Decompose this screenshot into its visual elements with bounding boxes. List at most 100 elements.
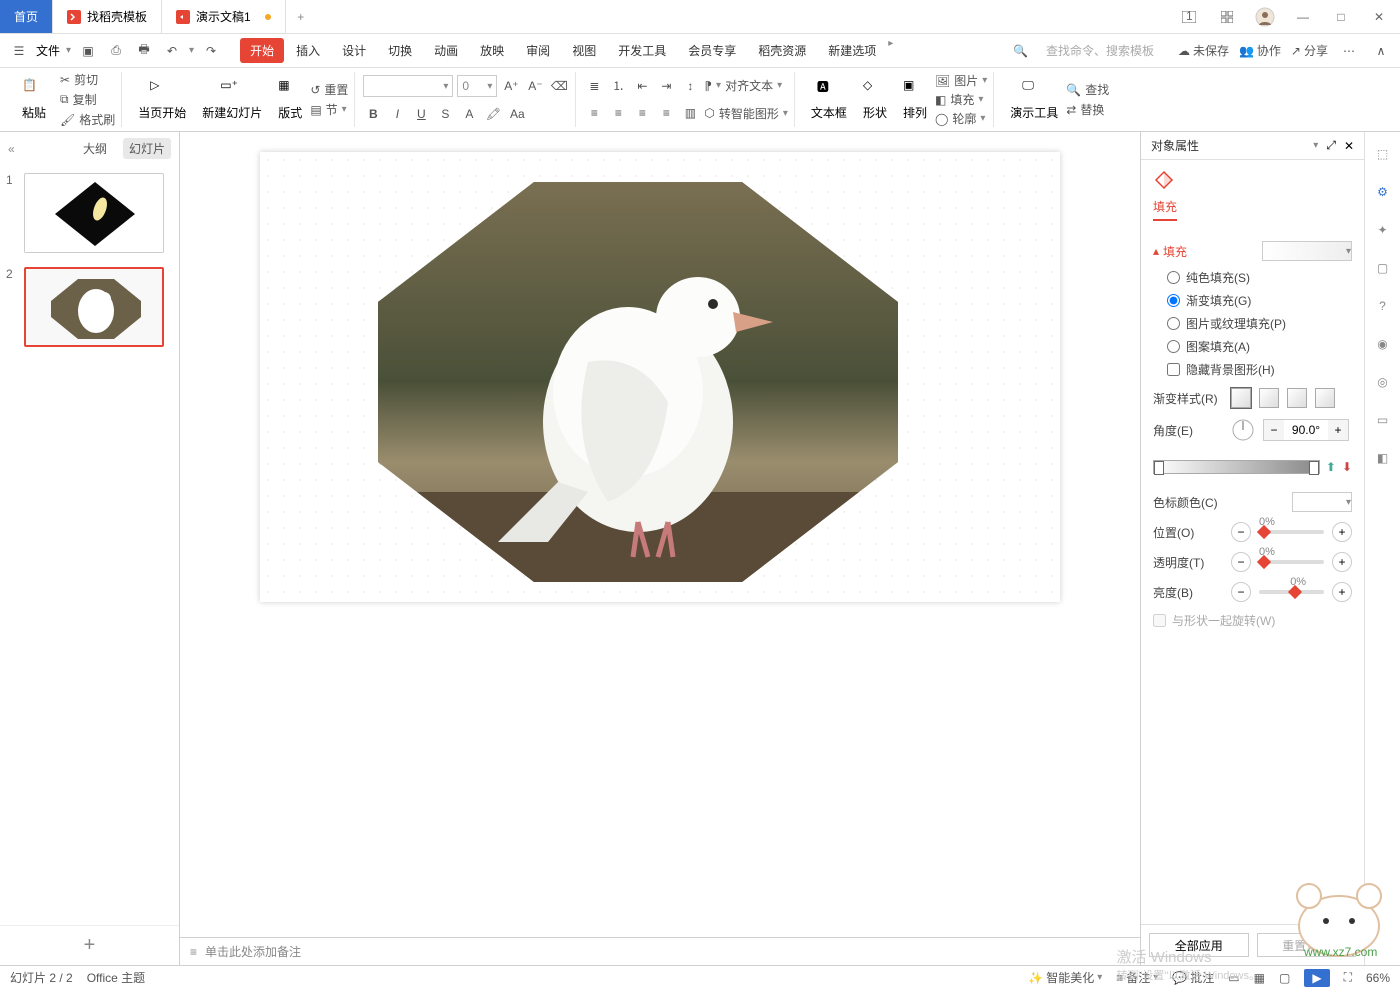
minimize-button[interactable]: — [1290, 4, 1316, 30]
italic-icon[interactable]: I [387, 104, 407, 124]
canvas-scroll[interactable] [180, 132, 1140, 937]
radio-gradient-fill[interactable]: 渐变填充(G) [1167, 292, 1352, 309]
slideshow-button[interactable]: ▶ [1304, 969, 1329, 987]
apply-all-button[interactable]: 全部应用 [1149, 933, 1249, 957]
reset-button[interactable]: ↺重置 [310, 81, 348, 99]
layout-button[interactable]: ▦版式 [270, 72, 310, 127]
bright-decr[interactable]: − [1231, 582, 1251, 602]
collapse-ribbon-icon[interactable]: ∧ [1370, 40, 1392, 62]
bright-incr[interactable]: + [1332, 582, 1352, 602]
columns-icon[interactable]: ▥ [680, 103, 700, 123]
reset-bg-button[interactable]: 重置背景 [1257, 933, 1357, 957]
octagon-shape[interactable] [378, 182, 898, 582]
arrange-button[interactable]: ▣排列 [895, 72, 935, 127]
ribbon-tab-design[interactable]: 设计 [332, 38, 376, 63]
present-tool-button[interactable]: 🖵演示工具 [1002, 72, 1066, 127]
section-fill[interactable]: ▴填充 ▾ [1153, 241, 1352, 261]
align-text-button[interactable]: 对齐文本▾ [725, 77, 782, 95]
section-button[interactable]: ▤节▾ [310, 101, 348, 119]
fill-preview-combo[interactable]: ▾ [1262, 241, 1352, 261]
save-icon[interactable]: ▣ [77, 40, 99, 62]
close-panel-icon[interactable]: ✕ [1344, 139, 1354, 153]
ribbon-tab-docer[interactable]: 稻壳资源 [748, 38, 816, 63]
ribbon-tab-insert[interactable]: 插入 [286, 38, 330, 63]
ribbon-tab-start[interactable]: 开始 [240, 38, 284, 63]
view-sorter-icon[interactable]: ▦ [1254, 971, 1265, 985]
menu-icon[interactable]: ☰ [8, 40, 30, 62]
tab-templates[interactable]: 找稻壳模板 [53, 0, 162, 33]
grad-style-3[interactable] [1287, 388, 1307, 408]
grad-stop-left[interactable] [1154, 461, 1164, 475]
angle-spinner[interactable]: − 90.0° + [1263, 419, 1349, 441]
collapse-panel-icon[interactable]: « [8, 142, 15, 156]
clear-format-icon[interactable]: ⌫ [549, 76, 569, 96]
avatar[interactable] [1252, 4, 1278, 30]
ts-screen-icon[interactable]: ▭ [1373, 410, 1393, 430]
file-menu[interactable]: 文件 [36, 42, 60, 59]
fill-tab-label[interactable]: 填充 [1153, 198, 1177, 221]
align-left-icon[interactable]: ≡ [584, 103, 604, 123]
ts-template-icon[interactable]: ▢ [1373, 258, 1393, 278]
add-slide-button[interactable]: + [0, 925, 179, 965]
add-stop-icon[interactable]: ⬆ [1326, 460, 1336, 474]
from-current-button[interactable]: ▷当页开始 [130, 72, 194, 127]
transparency-slider[interactable]: 0% [1259, 560, 1324, 564]
print-icon[interactable]: ⎙ [105, 40, 127, 62]
close-button[interactable]: ✕ [1366, 4, 1392, 30]
ribbon-tab-view[interactable]: 视图 [562, 38, 606, 63]
bullets-icon[interactable]: ≣ [584, 76, 604, 96]
print-preview-icon[interactable]: 🖶 [133, 40, 155, 62]
remove-stop-icon[interactable]: ⬇ [1342, 460, 1352, 474]
font-color-icon[interactable]: A [459, 104, 479, 124]
new-tab-button[interactable]: + [286, 0, 316, 33]
align-right-icon[interactable]: ≡ [632, 103, 652, 123]
convert-smartart-button[interactable]: ⬡转智能图形▾ [704, 104, 788, 122]
view-normal-icon[interactable]: ▭ [1228, 971, 1239, 985]
fit-icon[interactable]: ⛶ [1344, 970, 1352, 985]
angle-incr[interactable]: + [1328, 420, 1348, 440]
slide-thumb-1[interactable]: 1 [6, 173, 173, 253]
search-command-input[interactable]: 查找命令、搜索模板 [1038, 40, 1168, 61]
ts-location-icon[interactable]: ◎ [1373, 372, 1393, 392]
redo-icon[interactable]: ↷ [200, 40, 222, 62]
tab-overview-icon[interactable]: 1 [1176, 4, 1202, 30]
trans-decr[interactable]: − [1231, 552, 1251, 572]
fill-tab-icon[interactable] [1153, 170, 1175, 192]
ribbon-tab-review[interactable]: 审阅 [516, 38, 560, 63]
radio-pattern-fill[interactable]: 图案填充(A) [1167, 338, 1352, 355]
view-reading-icon[interactable]: ▢ [1279, 971, 1290, 985]
collab-button[interactable]: 👥协作 [1239, 42, 1281, 59]
grad-stop-right[interactable] [1309, 461, 1319, 475]
grad-style-1[interactable] [1231, 388, 1251, 408]
ribbon-tab-member[interactable]: 会员专享 [678, 38, 746, 63]
tab-outline[interactable]: 大纲 [77, 138, 113, 159]
picture-button[interactable]: 🖼图片▾ [935, 72, 987, 89]
increase-indent-icon[interactable]: ⇥ [656, 76, 676, 96]
ribbon-tab-more-icon[interactable]: ▸ [888, 38, 893, 63]
slide-canvas[interactable] [260, 152, 1060, 602]
ts-material-icon[interactable]: ◉ [1373, 334, 1393, 354]
ribbon-tab-newoptions[interactable]: 新建选项 [818, 38, 886, 63]
text-direction-button[interactable]: ⁋▾ [704, 77, 721, 95]
cut-button[interactable]: ✂剪切 [60, 71, 115, 89]
fill-button[interactable]: ◧填充▾ [935, 91, 987, 108]
numbering-icon[interactable]: ⒈ [608, 76, 628, 96]
ts-help-icon[interactable]: ? [1373, 296, 1393, 316]
paste-button[interactable]: 📋 粘贴 [14, 78, 54, 121]
align-center-icon[interactable]: ≡ [608, 103, 628, 123]
replace-button[interactable]: ⇄替换 [1066, 101, 1109, 119]
justify-icon[interactable]: ≡ [656, 103, 676, 123]
notes-toggle[interactable]: ≡备注▾ [1116, 969, 1158, 986]
angle-decr[interactable]: − [1264, 420, 1284, 440]
pos-incr[interactable]: + [1332, 522, 1352, 542]
zoom-value[interactable]: 66% [1366, 971, 1390, 985]
notes-bar[interactable]: ≡ 单击此处添加备注 [180, 937, 1140, 965]
tab-document[interactable]: 演示文稿1 [162, 0, 286, 33]
check-hide-bg[interactable]: 隐藏背景图形(H) [1167, 361, 1352, 378]
tab-home[interactable]: 首页 [0, 0, 53, 33]
ts-cube-icon[interactable]: ◧ [1373, 448, 1393, 468]
line-spacing-icon[interactable]: ↕ [680, 76, 700, 96]
ribbon-tab-devtools[interactable]: 开发工具 [608, 38, 676, 63]
grad-style-4[interactable] [1315, 388, 1335, 408]
ts-select-icon[interactable]: ⬚ [1373, 144, 1393, 164]
